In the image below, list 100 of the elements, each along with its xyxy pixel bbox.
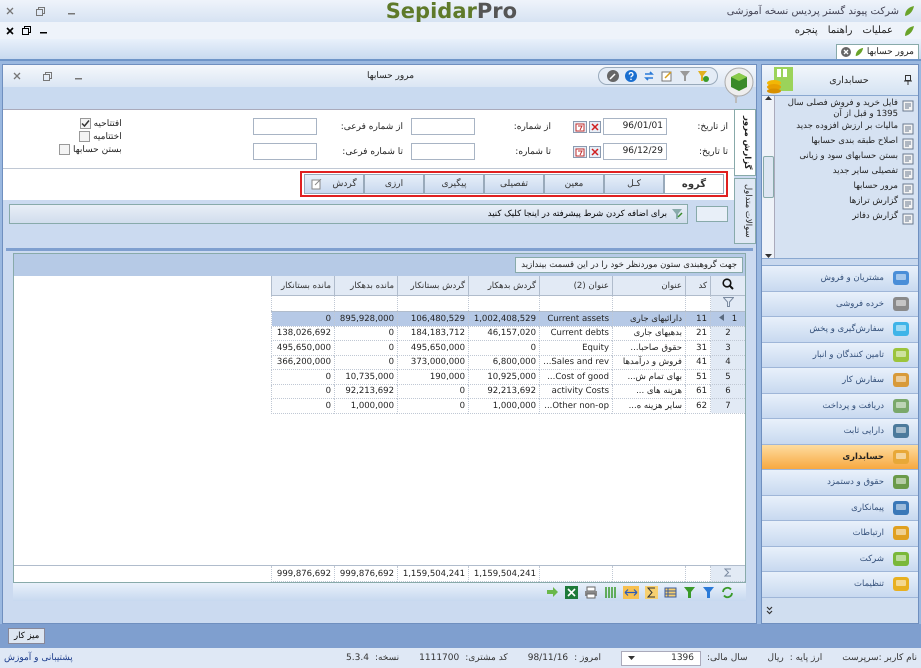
sidebar-item[interactable]: بستن حسابهای سود و زیانی <box>778 151 915 165</box>
sidebar-item[interactable]: گزارش ترازها <box>778 196 915 210</box>
checkbox[interactable] <box>79 131 90 142</box>
module-button[interactable]: پیمانکاری <box>762 496 918 521</box>
side-tab[interactable]: گزارش مرور <box>734 109 756 176</box>
tab[interactable]: تفصیلی <box>484 174 544 194</box>
module-button[interactable]: شرکت <box>762 546 918 572</box>
date-field[interactable]: 96/01/01 <box>603 118 667 135</box>
column-header[interactable]: کد <box>686 276 710 296</box>
table-cell: 10,735,000 <box>345 372 394 382</box>
list-icon[interactable] <box>664 586 677 598</box>
tab[interactable]: کـل <box>604 174 664 194</box>
filter-icon[interactable] <box>679 70 691 82</box>
year-dropdown[interactable]: 1396 <box>621 650 702 666</box>
module-icon <box>892 576 910 592</box>
module-button[interactable]: خرده فروشی <box>762 292 918 317</box>
module-button[interactable]: دریافت و پرداخت <box>762 394 918 419</box>
resize-arrows-icon[interactable] <box>623 586 639 598</box>
table-cell: 0 <box>460 386 465 396</box>
tab[interactable]: ارزی <box>364 174 424 194</box>
menu-item[interactable]: پنجره <box>794 25 818 36</box>
side-tab[interactable]: سوالات متداول <box>734 178 756 244</box>
table-cell: 106,480,529 <box>410 314 465 324</box>
sync-icon[interactable] <box>643 70 655 82</box>
close-icon[interactable] <box>6 26 14 34</box>
module-button[interactable]: حسابداری <box>762 444 918 470</box>
module-button[interactable]: دارایی ثابت <box>762 419 918 444</box>
module-button[interactable]: تنظیمات <box>762 572 918 598</box>
filter-icon[interactable] <box>722 297 734 308</box>
advanced-condition-button[interactable]: برای اضافه کردن شرط پیشرفته در اینجا کلیک کنید <box>9 204 688 224</box>
table-cell: Other non-op... <box>544 400 609 411</box>
document-tab[interactable]: مرور حسابها <box>836 44 919 59</box>
pin-icon[interactable] <box>904 75 912 85</box>
sidebar-item[interactable]: مالیات بر ارزش افزوده جدید <box>778 121 915 135</box>
sidebar-item[interactable]: تفصیلی سایر جدید <box>778 166 915 180</box>
column-header[interactable]: مانده بدهکار <box>334 276 398 296</box>
input-field[interactable] <box>411 118 475 135</box>
input-field[interactable] <box>411 143 475 160</box>
checkbox[interactable] <box>59 144 70 155</box>
help-icon[interactable] <box>625 70 637 82</box>
sidebar-item[interactable]: فایل خرید و فروش فصلی سال 1395 و قبل از آن <box>778 98 915 120</box>
clear-icon[interactable] <box>589 146 601 158</box>
filter-icon[interactable] <box>702 586 715 598</box>
column-header[interactable]: عنوان <box>612 276 686 296</box>
module-icon <box>892 372 910 388</box>
menu-item[interactable]: عملیات <box>862 25 893 36</box>
filter-icon[interactable] <box>683 586 696 598</box>
support-link[interactable]: پشتیبانی و آموزش <box>4 653 73 663</box>
table-cell: Current assets <box>547 314 609 324</box>
table-cell: 495,650,000 <box>276 342 331 353</box>
export-icon[interactable] <box>546 586 559 598</box>
module-button[interactable]: تامین کنندگان و انبار <box>762 342 918 368</box>
filter-add-icon[interactable] <box>697 70 709 82</box>
printer-icon[interactable] <box>584 586 598 598</box>
input-field[interactable] <box>696 206 728 222</box>
table-cell: 11 <box>696 314 707 324</box>
module-button[interactable]: سفارش کار <box>762 368 918 394</box>
scroll-thumb[interactable] <box>762 156 774 198</box>
column-header[interactable]: عنوان (2) <box>540 276 612 296</box>
document-icon <box>902 182 915 195</box>
spreadsheet-icon[interactable] <box>565 586 578 598</box>
sigma-icon[interactable] <box>645 586 658 598</box>
sidebar-item[interactable]: گزارش دفاتر <box>778 211 915 225</box>
restore-icon[interactable] <box>22 26 31 35</box>
checkbox-label: بستن حسابها <box>73 144 122 154</box>
module-button[interactable]: ارتباطات <box>762 521 918 546</box>
checkbox[interactable] <box>80 118 91 129</box>
edit-icon[interactable] <box>661 70 673 82</box>
columns-icon[interactable] <box>604 586 617 598</box>
tab[interactable]: گروه <box>664 174 724 194</box>
module-button[interactable]: حقوق و دستمزد <box>762 470 918 496</box>
chevron-icon[interactable] <box>766 606 773 615</box>
clear-icon[interactable] <box>589 120 601 132</box>
dropdown-arrow-icon[interactable] <box>628 656 636 660</box>
scrollbar[interactable] <box>762 96 775 258</box>
tab[interactable]: پیگیری <box>424 174 484 194</box>
column-header[interactable]: گردش بدهکار <box>468 276 540 296</box>
sidebar-item[interactable]: اصلاح طبقه بندی حسابها <box>778 136 915 150</box>
column-header[interactable]: گردش بستانکار <box>398 276 468 296</box>
date-field[interactable]: 96/12/29 <box>603 143 667 160</box>
field-label: از تاریخ: <box>696 122 728 132</box>
column-header[interactable]: مانده بستانکار <box>272 276 334 296</box>
module-button[interactable]: سفارش‌گیری و پخش <box>762 317 918 342</box>
sidebar-item[interactable]: مرور حسابها <box>778 181 915 195</box>
calendar-icon[interactable] <box>573 146 587 158</box>
menu-item[interactable]: راهنما <box>828 25 852 36</box>
module-icon <box>892 346 910 363</box>
input-field[interactable] <box>253 118 317 135</box>
table-cell: 1,002,408,529 <box>474 314 536 324</box>
tab[interactable]: گردش <box>304 174 364 194</box>
module-button[interactable]: مشتریان و فروش <box>762 266 918 292</box>
search-icon[interactable] <box>722 278 734 290</box>
scroll-down-icon[interactable] <box>764 254 772 258</box>
total-cell: 1,159,504,241 <box>402 568 465 578</box>
taskbar-button[interactable]: میز کار <box>8 628 46 644</box>
refresh-icon[interactable] <box>721 586 734 598</box>
table-cell: 10,925,000 <box>487 372 536 382</box>
calendar-icon[interactable] <box>573 120 587 132</box>
input-field[interactable] <box>253 143 317 160</box>
tab[interactable]: معین <box>544 174 604 194</box>
